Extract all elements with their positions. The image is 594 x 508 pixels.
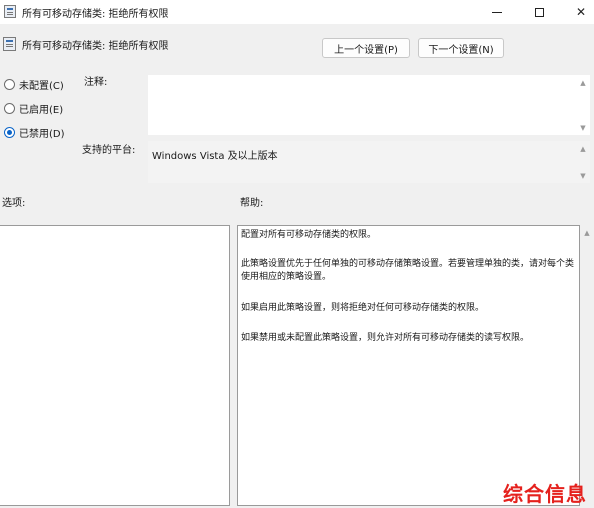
next-setting-button[interactable]: 下一个设置(N) xyxy=(418,38,504,58)
radio-enabled[interactable]: 已启用(E) xyxy=(4,101,64,116)
scroll-up-icon[interactable]: ▲ xyxy=(579,79,587,87)
platform-label: 支持的平台: xyxy=(82,145,136,156)
radio-selected-icon xyxy=(4,126,15,138)
help-scrollbar[interactable]: ▲ xyxy=(580,225,594,508)
help-paragraph: 配置对所有可移动存储类的权限。 xyxy=(241,230,377,240)
help-paragraph: 如果启用此策略设置，则将拒绝对任何可移动存储类的权限。 xyxy=(241,303,485,313)
radio-label: 已启用(E) xyxy=(19,104,64,116)
radio-disabled[interactable]: 已禁用(D) xyxy=(4,125,65,140)
watermark-logo: 综合信息 xyxy=(503,482,587,506)
radio-label: 未配置(C) xyxy=(19,80,64,92)
policy-window-icon xyxy=(4,5,16,18)
minimize-button[interactable] xyxy=(474,0,520,24)
close-icon: ✕ xyxy=(575,5,587,19)
radio-label: 已禁用(D) xyxy=(19,128,65,140)
platform-value: Windows Vista 及以上版本 xyxy=(152,151,278,162)
policy-name: 所有可移动存储类: 拒绝所有权限 xyxy=(22,41,169,52)
radio-circle-icon xyxy=(4,102,15,114)
maximize-icon xyxy=(534,7,544,17)
platform-field: Windows Vista 及以上版本 ▲ ▼ xyxy=(148,141,590,183)
scroll-down-icon[interactable]: ▼ xyxy=(579,124,587,132)
options-label: 选项: xyxy=(2,198,26,209)
minimize-icon xyxy=(492,11,502,13)
radio-circle-icon xyxy=(4,78,15,90)
radio-not-configured[interactable]: 未配置(C) xyxy=(4,77,64,92)
previous-setting-button[interactable]: 上一个设置(P) xyxy=(322,38,410,58)
maximize-button[interactable] xyxy=(516,0,562,24)
help-panel: 配置对所有可移动存储类的权限。 此策略设置优先于任何单独的可移动存储策略设置。若… xyxy=(237,225,580,506)
scroll-up-icon[interactable]: ▲ xyxy=(583,229,591,237)
help-paragraph: 如果禁用或未配置此策略设置，则允许对所有可移动存储类的读写权限。 xyxy=(241,333,530,343)
options-panel xyxy=(0,225,230,506)
comment-textarea[interactable]: ▲ ▼ xyxy=(148,75,590,135)
scroll-down-icon[interactable]: ▼ xyxy=(579,172,587,180)
help-paragraph: 此策略设置优先于任何单独的可移动存储策略设置。若要管理单独的类，请对每个类使用相… xyxy=(241,259,575,282)
help-label: 帮助: xyxy=(240,198,264,209)
policy-setting-icon xyxy=(3,37,16,51)
scroll-up-icon[interactable]: ▲ xyxy=(579,145,587,153)
close-button[interactable]: ✕ xyxy=(558,0,594,24)
window-title: 所有可移动存储类: 拒绝所有权限 xyxy=(22,9,169,20)
comment-label: 注释: xyxy=(84,77,108,88)
title-bar: 所有可移动存储类: 拒绝所有权限 ✕ xyxy=(0,0,594,24)
